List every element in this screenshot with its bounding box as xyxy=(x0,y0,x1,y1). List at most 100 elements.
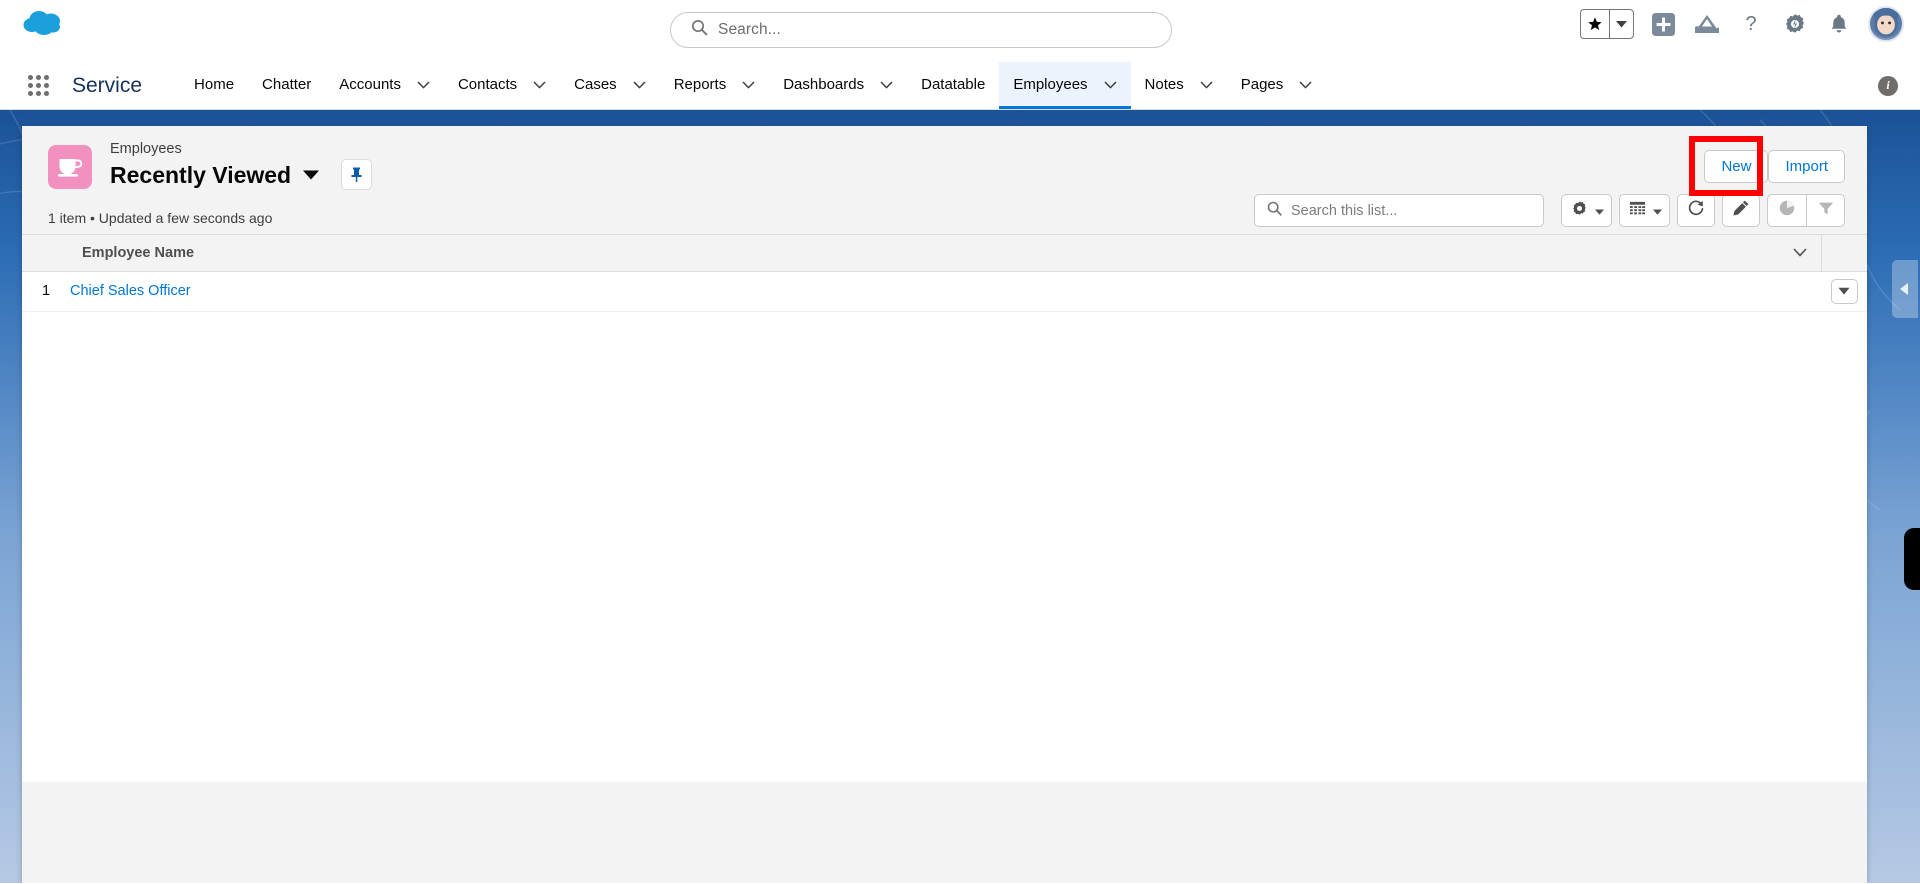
global-search-input[interactable]: Search... xyxy=(670,12,1172,48)
object-name-label: Employees xyxy=(110,141,182,157)
coffee-cup-object-icon xyxy=(48,145,92,189)
nav-item-reports[interactable]: Reports xyxy=(660,62,770,109)
list-search-placeholder: Search this list... xyxy=(1291,202,1398,219)
chevron-down-icon[interactable] xyxy=(1299,76,1312,93)
nav-item-employees[interactable]: Employees xyxy=(999,62,1131,109)
display-as-button[interactable] xyxy=(1619,194,1670,227)
notifications-bell-icon[interactable] xyxy=(1824,9,1854,39)
app-name-label[interactable]: Service xyxy=(62,62,152,109)
edit-button[interactable] xyxy=(1722,194,1760,227)
list-view-card: Employees Recently Viewed 1 item • Updat… xyxy=(22,126,1867,883)
row-actions-triangle-icon xyxy=(1838,287,1850,295)
list-title-row: Recently Viewed xyxy=(110,159,373,190)
table-header-row: Employee Name xyxy=(22,235,1867,272)
table-empty-area xyxy=(22,311,1867,782)
pencil-icon xyxy=(1732,199,1750,222)
global-header: Search... ? xyxy=(0,0,1920,62)
nav-item-home[interactable]: Home xyxy=(180,62,248,109)
list-header-left: Employees Recently Viewed xyxy=(48,140,1847,190)
info-icon[interactable]: i xyxy=(1878,75,1898,96)
nav-item-label: Cases xyxy=(574,75,617,93)
chevron-down-icon[interactable] xyxy=(880,76,893,93)
list-view-controls-button[interactable] xyxy=(1561,194,1612,227)
chevron-down-icon[interactable] xyxy=(633,76,646,93)
nav-item-label: Notes xyxy=(1144,75,1184,93)
nav-item-label: Dashboards xyxy=(783,75,865,93)
new-button[interactable]: New xyxy=(1704,150,1769,183)
employee-list-table: Employee Name 1 Chief Sales Officer xyxy=(22,235,1867,312)
nav-item-label: Chatter xyxy=(262,75,312,93)
chevron-down-icon[interactable] xyxy=(417,76,430,93)
nav-item-contacts[interactable]: Contacts xyxy=(444,62,560,109)
nav-item-label: Employees xyxy=(1013,75,1088,93)
favorites-group[interactable] xyxy=(1580,9,1634,39)
pin-list-view-button[interactable] xyxy=(341,159,373,190)
charts-button[interactable] xyxy=(1768,195,1806,226)
list-search-input[interactable]: Search this list... xyxy=(1254,194,1544,227)
employee-name-column-header[interactable]: Employee Name xyxy=(70,235,1779,272)
page-body: Employees Recently Viewed 1 item • Updat… xyxy=(0,110,1920,883)
chevron-down-icon xyxy=(1595,202,1604,220)
pie-chart-icon xyxy=(1778,199,1796,222)
table-row[interactable]: 1 Chief Sales Officer xyxy=(22,271,1867,312)
refresh-button[interactable] xyxy=(1677,194,1715,227)
chevron-down-icon[interactable] xyxy=(742,76,755,93)
nav-item-dashboards[interactable]: Dashboards xyxy=(769,62,907,109)
chevron-down-icon[interactable] xyxy=(303,167,320,185)
nav-item-label: Reports xyxy=(673,75,727,93)
chevron-down-icon[interactable] xyxy=(533,76,546,93)
list-view-header: Employees Recently Viewed 1 item • Updat… xyxy=(22,126,1867,234)
nav-item-label: Accounts xyxy=(339,75,401,93)
row-actions-cell xyxy=(1821,271,1867,312)
global-search-placeholder: Search... xyxy=(718,21,781,38)
user-avatar[interactable] xyxy=(1868,6,1904,42)
nav-items: Home Chatter Accounts Contacts Cases Rep… xyxy=(180,62,1326,109)
table-icon xyxy=(1629,200,1646,222)
salesforce-cloud-logo[interactable] xyxy=(20,8,68,42)
row-number-cell: 1 xyxy=(22,271,70,312)
collapse-panel-button[interactable] xyxy=(1892,260,1918,318)
nav-item-cases[interactable]: Cases xyxy=(560,62,660,109)
collapse-left-arrow-icon xyxy=(1900,283,1908,295)
edge-scroll-thumb[interactable] xyxy=(1904,528,1920,590)
pin-icon xyxy=(351,167,362,182)
funnel-icon xyxy=(1817,199,1835,222)
learning-icon[interactable] xyxy=(1692,9,1722,39)
nav-item-notes[interactable]: Notes xyxy=(1131,62,1227,109)
app-launcher-button[interactable] xyxy=(28,62,62,109)
chevron-down-icon xyxy=(1653,202,1662,220)
row-actions-column-header xyxy=(1820,235,1867,272)
employee-name-link[interactable]: Chief Sales Officer xyxy=(70,283,191,299)
row-actions-button[interactable] xyxy=(1830,278,1858,304)
help-icon[interactable]: ? xyxy=(1736,9,1766,39)
row-number-column-header xyxy=(22,235,70,272)
add-icon[interactable] xyxy=(1648,9,1678,39)
nav-item-label: Datatable xyxy=(921,75,986,93)
global-search-wrapper[interactable]: Search... xyxy=(670,12,1172,48)
chart-filter-group xyxy=(1767,194,1845,227)
refresh-icon xyxy=(1687,199,1705,222)
navigation-bar: Service Home Chatter Accounts Contacts C… xyxy=(0,62,1920,110)
list-view-title: Recently Viewed xyxy=(110,161,292,188)
chevron-down-icon[interactable] xyxy=(1779,248,1821,257)
nav-item-datatable[interactable]: Datatable xyxy=(907,62,999,109)
header-icon-group: ? xyxy=(1580,6,1904,42)
filter-button[interactable] xyxy=(1806,195,1844,226)
import-button[interactable]: Import xyxy=(1768,150,1845,183)
nav-item-pages[interactable]: Pages xyxy=(1227,62,1327,109)
chevron-down-icon[interactable] xyxy=(1200,76,1213,93)
favorites-star-icon[interactable] xyxy=(1581,10,1610,38)
setup-gear-icon[interactable] xyxy=(1780,9,1810,39)
list-header-actions: New Import xyxy=(1689,136,1845,196)
employee-name-cell: Chief Sales Officer xyxy=(70,271,1779,312)
nav-item-accounts[interactable]: Accounts xyxy=(325,62,444,109)
gear-icon xyxy=(1571,200,1588,222)
nav-item-label: Contacts xyxy=(457,75,518,93)
table-body: 1 Chief Sales Officer xyxy=(22,271,1867,312)
list-toolbar: Search this list... xyxy=(1254,194,1845,227)
column-menu-header[interactable] xyxy=(1779,235,1821,272)
nav-item-label: Home xyxy=(194,75,235,93)
chevron-down-icon[interactable] xyxy=(1103,76,1117,93)
nav-item-chatter[interactable]: Chatter xyxy=(248,62,325,109)
favorites-caret-icon[interactable] xyxy=(1610,10,1633,38)
